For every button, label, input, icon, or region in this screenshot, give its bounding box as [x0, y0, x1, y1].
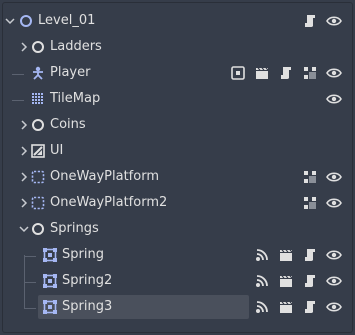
expand-arrow-icon[interactable] — [18, 40, 30, 54]
group-lock-icon[interactable] — [302, 195, 318, 211]
visibility-eye-icon[interactable] — [326, 169, 342, 185]
node-circle-icon — [30, 221, 46, 237]
node-label: Spring — [62, 247, 104, 262]
node-label: OneWayPlatform — [50, 169, 159, 184]
tree-row-springs[interactable]: Springs — [0, 216, 355, 242]
canvas-layer-icon — [30, 143, 46, 159]
clapperboard-icon[interactable] — [278, 273, 294, 289]
kinematic-body-icon — [30, 65, 46, 81]
expand-arrow-icon[interactable] — [18, 118, 30, 132]
visibility-eye-icon[interactable] — [326, 273, 342, 289]
scene-tree-panel: Level_01 Ladders Player TileMap Coins UI… — [0, 0, 355, 335]
expand-arrow-icon[interactable] — [18, 170, 30, 184]
script-icon[interactable] — [302, 273, 318, 289]
group-lock-icon[interactable] — [302, 65, 318, 81]
collapse-arrow-icon[interactable] — [4, 14, 16, 28]
node-label: Ladders — [50, 39, 102, 54]
node-circle-icon — [18, 13, 34, 29]
visibility-eye-icon[interactable] — [326, 91, 342, 107]
node-label: Spring2 — [62, 273, 113, 288]
area-2d-icon — [42, 247, 58, 263]
script-icon[interactable] — [302, 13, 318, 29]
clapperboard-icon[interactable] — [278, 247, 294, 263]
script-icon[interactable] — [278, 65, 294, 81]
node-label: UI — [50, 143, 64, 158]
clapperboard-icon[interactable] — [254, 65, 270, 81]
area-2d-icon — [42, 299, 58, 315]
tree-row-ladders[interactable]: Ladders — [0, 34, 355, 60]
visibility-eye-icon[interactable] — [326, 299, 342, 315]
visibility-eye-icon[interactable] — [326, 65, 342, 81]
node-label: TileMap — [50, 91, 101, 106]
node-label: Player — [50, 65, 91, 80]
node-label: Level_01 — [38, 13, 96, 28]
signals-icon[interactable] — [254, 299, 270, 315]
tree-row-ui[interactable]: UI — [0, 138, 355, 164]
clapperboard-icon[interactable] — [278, 299, 294, 315]
signals-icon[interactable] — [254, 273, 270, 289]
script-icon[interactable] — [302, 299, 318, 315]
tree-row-player[interactable]: Player — [0, 60, 355, 86]
node-label: Spring3 — [62, 299, 113, 314]
visibility-eye-icon[interactable] — [326, 195, 342, 211]
signals-icon[interactable] — [254, 247, 270, 263]
static-body-icon — [30, 195, 46, 211]
expand-arrow-icon[interactable] — [18, 196, 30, 210]
node-circle-icon — [30, 39, 46, 55]
collapse-arrow-icon[interactable] — [18, 222, 30, 236]
visibility-eye-icon[interactable] — [326, 13, 342, 29]
tree-row-onewayplatform2[interactable]: OneWayPlatform2 — [0, 190, 355, 216]
tree-row-spring2[interactable]: Spring2 — [0, 268, 355, 294]
visibility-eye-icon[interactable] — [326, 247, 342, 263]
tree-row-spring3[interactable]: Spring3 — [0, 294, 355, 320]
tree-row-spring[interactable]: Spring — [0, 242, 355, 268]
tree-row-tilemap[interactable]: TileMap — [0, 86, 355, 112]
group-lock-icon[interactable] — [302, 169, 318, 185]
static-body-icon — [30, 169, 46, 185]
script-icon[interactable] — [302, 247, 318, 263]
expand-arrow-icon[interactable] — [18, 144, 30, 158]
tree-row-level-01[interactable]: Level_01 — [0, 8, 355, 34]
instance-open-icon[interactable] — [230, 65, 246, 81]
node-label: Springs — [50, 221, 99, 236]
area-2d-icon — [42, 273, 58, 289]
tilemap-grid-icon — [30, 91, 46, 107]
tree-row-coins[interactable]: Coins — [0, 112, 355, 138]
node-circle-icon — [30, 117, 46, 133]
node-label: Coins — [50, 117, 86, 132]
node-label: OneWayPlatform2 — [50, 195, 168, 210]
tree-row-onewayplatform[interactable]: OneWayPlatform — [0, 164, 355, 190]
